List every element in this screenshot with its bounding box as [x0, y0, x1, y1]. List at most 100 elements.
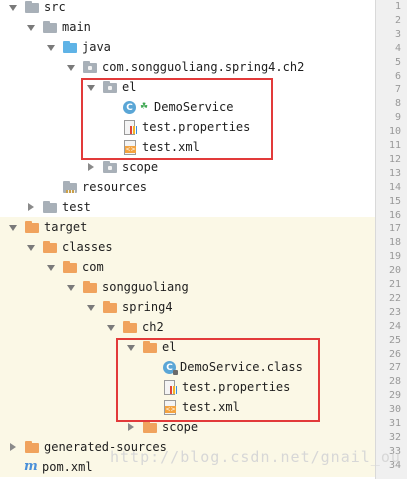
expand-arrow-icon[interactable]	[8, 217, 18, 237]
tree-row[interactable]: C DemoService.class	[0, 357, 375, 377]
tree-row[interactable]: test.xml	[0, 137, 375, 157]
compiled-class-icon: C	[163, 361, 178, 375]
maven-icon: m	[24, 459, 38, 474]
expand-arrow-icon[interactable]	[66, 277, 76, 297]
properties-file-icon	[162, 379, 178, 395]
folder-orange	[82, 279, 98, 295]
tree-item-label: com.songguoliang.spring4.ch2	[102, 60, 305, 74]
line-number-gutter: 1 2 3 4 5 6 7 8 9 10 11 12 13 14 15 16 17 18 19 20 21 22 23 24 2…	[375, 0, 407, 479]
tree-item-label: test.xml	[182, 400, 240, 414]
tree-row[interactable]: test.xml	[0, 397, 375, 417]
tree-row[interactable]: test	[0, 197, 375, 217]
tree-row[interactable]: resources	[0, 177, 375, 197]
tree-item-label: scope	[122, 160, 159, 174]
collapse-arrow-icon[interactable]	[86, 157, 96, 177]
project-tree: src main java com.songguoliang.spring4.ch2 e…	[0, 0, 375, 479]
tree-item-label: resources	[82, 180, 148, 194]
expand-arrow-icon[interactable]	[106, 317, 116, 337]
line-number: 34	[388, 459, 401, 471]
folder-package	[82, 59, 98, 75]
folder-package	[102, 159, 118, 175]
tree-item-label: songguoliang	[102, 280, 189, 294]
tree-item-label: test.properties	[182, 380, 291, 394]
tree-row[interactable]: test.properties	[0, 117, 375, 137]
tree-item-label: generated-sources	[44, 440, 167, 454]
folder-gray	[24, 0, 40, 15]
folder-orange	[24, 439, 40, 455]
tree-row[interactable]: ch2	[0, 317, 375, 337]
tree-row[interactable]: scope	[0, 157, 375, 177]
tree-row[interactable]: java	[0, 37, 375, 57]
collapse-arrow-icon[interactable]	[26, 197, 36, 217]
tree-row[interactable]: com	[0, 257, 375, 277]
tree-item-label: pom.xml	[42, 460, 93, 474]
tree-row[interactable]: target	[0, 217, 375, 237]
tree-item-label: test	[62, 200, 91, 214]
tree-row[interactable]: spring4	[0, 297, 375, 317]
tree-row[interactable]: com.songguoliang.spring4.ch2	[0, 57, 375, 77]
tree-item-label: ch2	[142, 320, 164, 334]
class-icon: C	[123, 101, 136, 114]
collapse-arrow-icon[interactable]	[126, 417, 136, 437]
expand-arrow-icon[interactable]	[66, 57, 76, 77]
expand-arrow-icon[interactable]	[8, 0, 18, 17]
tree-row[interactable]: src	[0, 0, 375, 17]
tree-item-label: spring4	[122, 300, 173, 314]
tree-item-label: test.xml	[142, 140, 200, 154]
expand-arrow-icon[interactable]	[126, 337, 136, 357]
expand-arrow-icon[interactable]	[86, 297, 96, 317]
tree-item-label: java	[82, 40, 111, 54]
folder-orange	[62, 259, 78, 275]
folder-orange	[102, 299, 118, 315]
folder-resources	[62, 179, 78, 195]
folder-gray	[42, 19, 58, 35]
expand-arrow-icon[interactable]	[26, 17, 36, 37]
folder-orange	[24, 219, 40, 235]
tree-item-label: target	[44, 220, 88, 234]
tree-row[interactable]: m pom.xml	[0, 457, 375, 477]
folder-orange	[42, 239, 58, 255]
expand-arrow-icon[interactable]	[46, 37, 56, 57]
tree-row[interactable]: el	[0, 337, 375, 357]
expand-arrow-icon[interactable]	[26, 237, 36, 257]
folder-orange	[122, 319, 138, 335]
tree-item-label: main	[62, 20, 91, 34]
xml-file-icon	[122, 139, 138, 155]
folder-gray	[42, 199, 58, 215]
folder-orange	[142, 339, 158, 355]
tree-item-label: el	[122, 80, 137, 94]
tree-item-label: classes	[62, 240, 113, 254]
xml-file-icon	[162, 399, 178, 415]
tree-row[interactable]: scope	[0, 417, 375, 437]
folder-package	[102, 79, 118, 95]
tree-row[interactable]: songguoliang	[0, 277, 375, 297]
tree-item-label: DemoService	[154, 100, 234, 114]
tree-row[interactable]: main	[0, 17, 375, 37]
tree-row[interactable]: generated-sources	[0, 437, 375, 457]
folder-orange	[142, 419, 158, 435]
expand-arrow-icon[interactable]	[86, 77, 96, 97]
tree-row[interactable]: classes	[0, 237, 375, 257]
tree-row[interactable]: test.properties	[0, 377, 375, 397]
tree-item-label: com	[82, 260, 104, 274]
properties-file-icon	[122, 119, 138, 135]
tree-row[interactable]: C ☘ DemoService	[0, 97, 375, 117]
tree-item-label: scope	[162, 420, 199, 434]
tree-item-label: test.properties	[142, 120, 251, 134]
folder-blue	[62, 39, 78, 55]
expand-arrow-icon[interactable]	[46, 257, 56, 277]
tree-item-label: DemoService.class	[180, 360, 303, 374]
tree-item-label: src	[44, 0, 66, 14]
collapse-arrow-icon[interactable]	[8, 437, 18, 457]
tree-row[interactable]: el	[0, 77, 375, 97]
spring-bean-icon: ☘	[140, 102, 149, 112]
tree-item-label: el	[162, 340, 177, 354]
